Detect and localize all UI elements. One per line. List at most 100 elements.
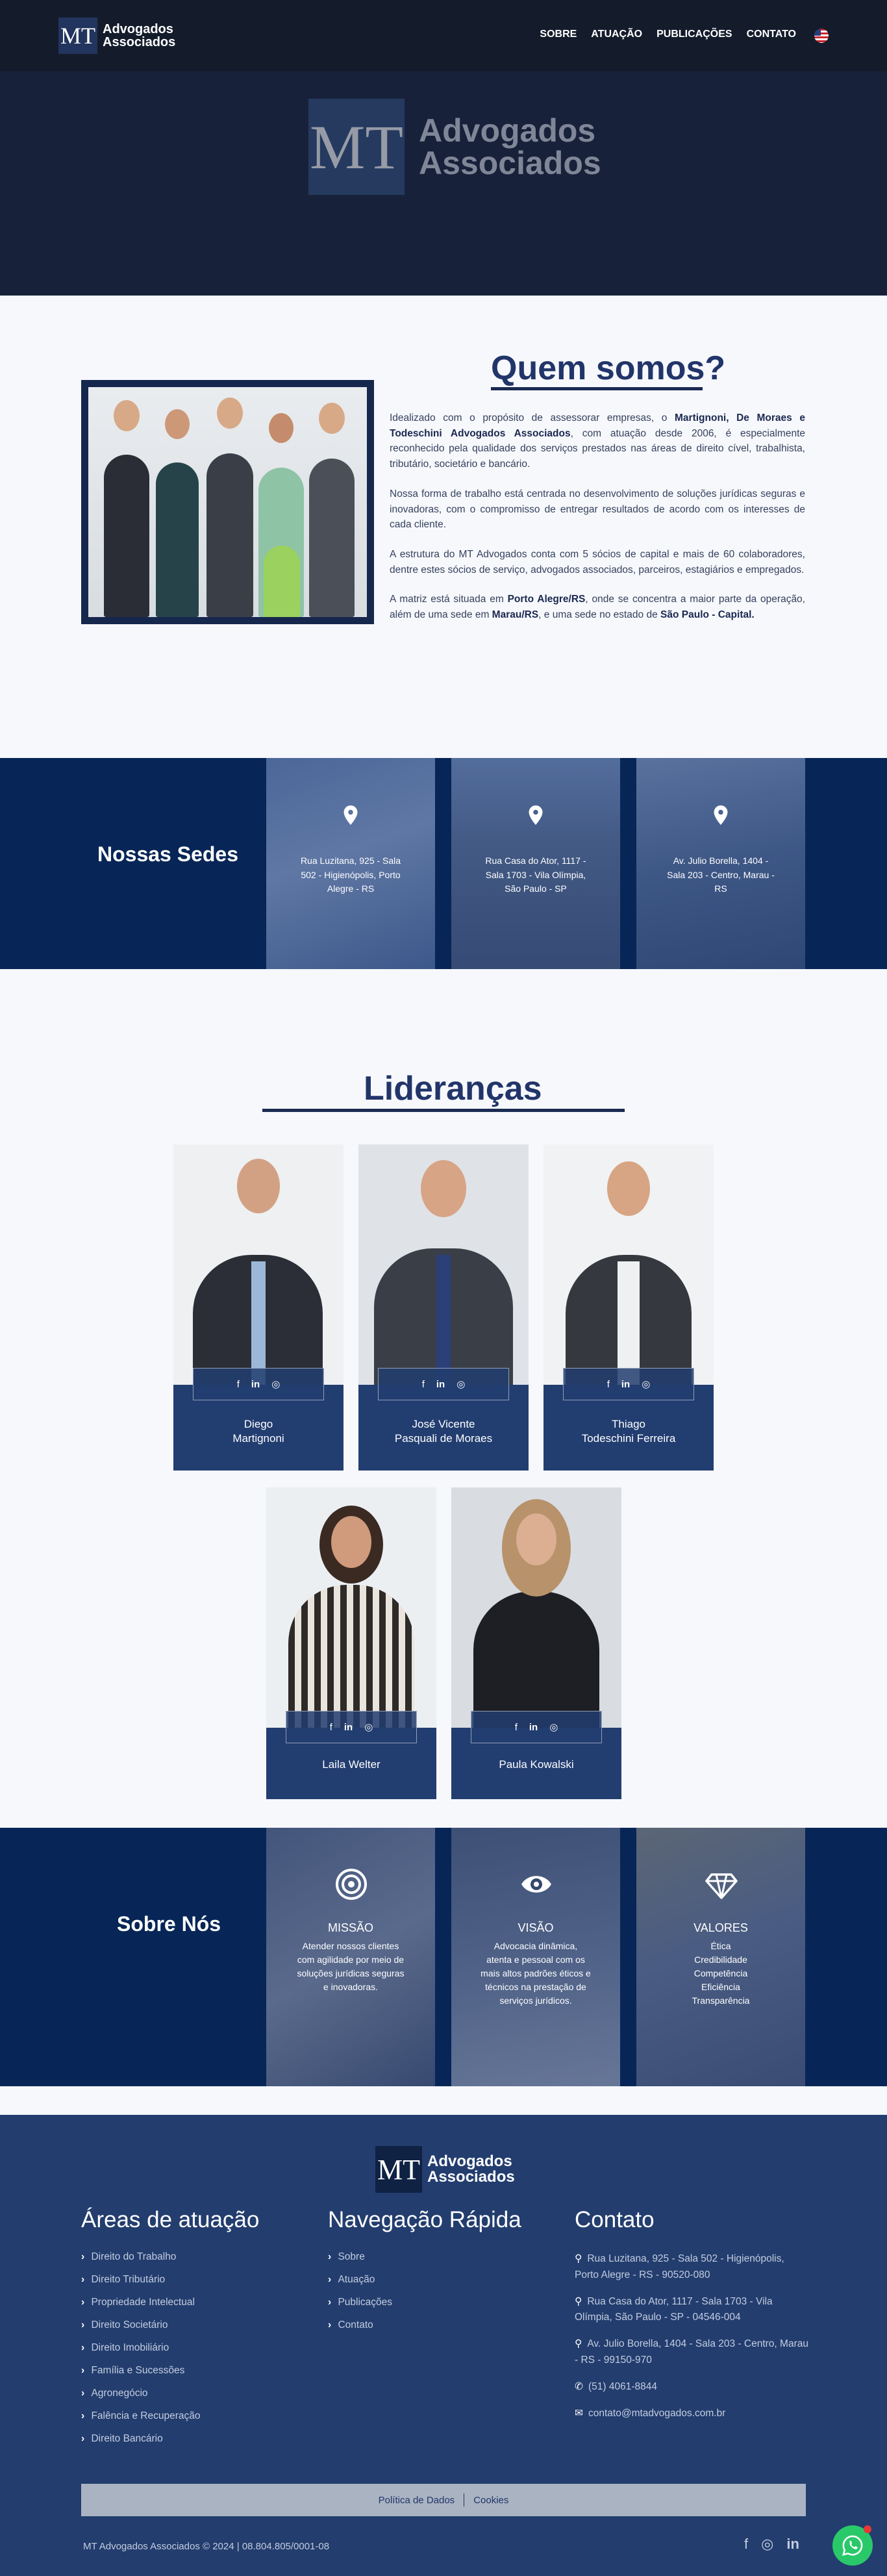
instagram-icon[interactable]: ◎ (549, 1721, 558, 1733)
eye-icon (521, 1876, 551, 1893)
footer-area-link[interactable]: Agronegócio (81, 2388, 259, 2410)
whatsapp-icon (842, 2535, 863, 2556)
contact-email[interactable]: ✉ contato@mtadvogados.com.br (575, 2406, 808, 2422)
leader-social-links: f in ◎ (378, 1368, 509, 1400)
values-list: Ética Credibilidade Competência Eficiênc… (692, 1941, 750, 2006)
footer-contact-title: Contato (575, 2207, 655, 2232)
facebook-icon[interactable]: f (515, 1722, 518, 1733)
leader-social-links: f in ◎ (193, 1368, 324, 1400)
nav-logo[interactable]: MT Advogados Associados (58, 18, 175, 54)
sobre-section: Sobre Nós MISSÃO Atender nossos clientes… (0, 1828, 887, 2086)
about-title: Quem somos? (491, 349, 726, 387)
footer-nav-link[interactable]: Sobre (328, 2251, 521, 2274)
footer-area-link[interactable]: Direito do Trabalho (81, 2251, 259, 2274)
nav-link-contato[interactable]: CONTATO (747, 29, 796, 40)
facebook-icon[interactable]: f (237, 1379, 240, 1390)
sede-card-marau[interactable]: Av. Julio Borella, 1404 - Sala 203 - Cen… (636, 758, 805, 969)
logo-line1: Advogados (103, 22, 173, 36)
leader-name: José Vicente Pasquali de Moraes (394, 1418, 493, 1445)
sede-card-porto-alegre[interactable]: Rua Luzitana, 925 - Sala 502 - Higienópo… (266, 758, 435, 969)
hero-logo: MT Advogados Associados (308, 99, 601, 195)
map-pin-icon: ⚲ (575, 2338, 582, 2350)
leader-photo (173, 1144, 344, 1385)
leader-name: Paula Kowalski (499, 1758, 574, 1771)
about-paragraph-3: A estrutura do MT Advogados conta com 5 … (390, 548, 805, 575)
mission-card: MISSÃO Atender nossos clientes com agili… (266, 1828, 435, 2086)
about-title-underline (491, 387, 703, 390)
instagram-icon[interactable]: ◎ (761, 2536, 773, 2553)
privacy-policy-link[interactable]: Política de Dados (379, 2495, 455, 2506)
leader-card: f in ◎ Thiago Todeschini Ferreira (543, 1144, 714, 1471)
about-paragraph-2: Nossa forma de trabalho está centrada no… (390, 488, 805, 531)
footer-area-link[interactable]: Direito Bancário (81, 2433, 259, 2456)
phone-icon: ✆ (575, 2380, 583, 2392)
map-pin-icon (714, 805, 728, 825)
cookies-link[interactable]: Cookies (473, 2495, 508, 2506)
copyright: MT Advogados Associados © 2024 | 08.804.… (83, 2541, 330, 2552)
footer-area-link[interactable]: Propriedade Intelectual (81, 2297, 259, 2319)
leader-name: Thiago Todeschini Ferreira (581, 1418, 676, 1445)
logo-line2: Associados (103, 35, 176, 49)
nav-link-sobre[interactable]: SOBRE (540, 29, 577, 40)
contact-address[interactable]: ⚲ Rua Casa do Ator, 1117 - Sala 1703 - Vi… (575, 2294, 808, 2327)
facebook-icon[interactable]: f (330, 1722, 332, 1733)
about-text: Idealizado com o propósito de assessorar… (390, 410, 805, 637)
leader-social-links: f in ◎ (286, 1711, 417, 1743)
footer-quick-nav: Navegação Rápida Sobre Atuação Publicaçõ… (328, 2207, 521, 2342)
values-card: VALORES Ética Credibilidade Competência … (636, 1828, 805, 2086)
linkedin-icon[interactable]: in (786, 2536, 799, 2553)
nav-link-atuacao[interactable]: ATUAÇÃO (591, 29, 642, 40)
main-menu: SOBRE ATUAÇÃO PUBLICAÇÕES CONTATO (540, 29, 796, 40)
sede-address: Rua Casa do Ator, 1117 - Sala 1703 - Vil… (485, 855, 586, 894)
instagram-icon[interactable]: ◎ (364, 1721, 373, 1733)
about-paragraph-4: A matriz está situada em Porto Alegre/RS… (390, 594, 805, 621)
leader-card: f in ◎ Laila Welter (266, 1487, 436, 1799)
contact-address[interactable]: ⚲ Av. Julio Borella, 1404 - Sala 203 - Ce… (575, 2336, 808, 2369)
footer-area-link[interactable]: Falência e Recuperação (81, 2410, 259, 2433)
footer-social-links: f ◎ in (744, 2536, 799, 2553)
leader-social-links: f in ◎ (471, 1711, 602, 1743)
vision-text: Advocacia dinâmica, atenta e pessoal com… (481, 1941, 591, 2006)
sedes-title: Nossas Sedes (97, 842, 239, 866)
facebook-icon[interactable]: f (744, 2536, 748, 2553)
top-navbar: MT Advogados Associados SOBRE ATUAÇÃO PU… (0, 0, 887, 71)
sede-card-sao-paulo[interactable]: Rua Casa do Ator, 1117 - Sala 1703 - Vil… (451, 758, 620, 969)
leader-photo (451, 1487, 621, 1728)
linkedin-icon[interactable]: in (436, 1379, 445, 1390)
footer-areas: Áreas de atuação Direito do Trabalho Dir… (81, 2207, 259, 2456)
logo-mark: MT (58, 18, 97, 54)
linkedin-icon[interactable]: in (251, 1379, 260, 1390)
sedes-section: Nossas Sedes Rua Luzitana, 925 - Sala 50… (0, 758, 887, 969)
leader-photo (266, 1487, 436, 1728)
sede-address: Rua Luzitana, 925 - Sala 502 - Higienópo… (300, 855, 401, 894)
legal-bar: Política de Dados Cookies (81, 2484, 806, 2516)
sede-address: Av. Julio Borella, 1404 - Sala 203 - Cen… (667, 855, 775, 894)
footer-logo[interactable]: MT Advogados Associados (375, 2146, 515, 2193)
hero-logo-line2: Associados (419, 145, 601, 181)
linkedin-icon[interactable]: in (621, 1379, 630, 1390)
target-icon (336, 1869, 367, 1900)
leader-name: Diego Martignoni (232, 1418, 284, 1445)
nav-link-publicacoes[interactable]: PUBLICAÇÕES (656, 29, 732, 40)
leader-photo (358, 1144, 529, 1385)
footer-nav-link[interactable]: Atuação (328, 2274, 521, 2297)
whatsapp-button[interactable] (832, 2525, 873, 2566)
contact-address[interactable]: ⚲ Rua Luzitana, 925 - Sala 502 - Higienóp… (575, 2251, 808, 2284)
us-flag-icon[interactable] (814, 29, 829, 43)
linkedin-icon[interactable]: in (344, 1722, 353, 1733)
footer-area-link[interactable]: Família e Sucessões (81, 2365, 259, 2388)
footer-nav-link[interactable]: Contato (328, 2319, 521, 2342)
linkedin-icon[interactable]: in (529, 1722, 538, 1733)
instagram-icon[interactable]: ◎ (456, 1378, 465, 1390)
footer-nav-link[interactable]: Publicações (328, 2297, 521, 2319)
contact-phone[interactable]: ✆ (51) 4061-8844 (575, 2379, 808, 2395)
map-pin-icon (529, 805, 543, 825)
leader-card: f in ◎ José Vicente Pasquali de Moraes (358, 1144, 529, 1471)
footer-area-link[interactable]: Direito Imobiliário (81, 2342, 259, 2365)
instagram-icon[interactable]: ◎ (642, 1378, 650, 1390)
footer-area-link[interactable]: Direito Tributário (81, 2274, 259, 2297)
facebook-icon[interactable]: f (422, 1379, 425, 1390)
footer-area-link[interactable]: Direito Societário (81, 2319, 259, 2342)
facebook-icon[interactable]: f (607, 1379, 610, 1390)
instagram-icon[interactable]: ◎ (271, 1378, 280, 1390)
